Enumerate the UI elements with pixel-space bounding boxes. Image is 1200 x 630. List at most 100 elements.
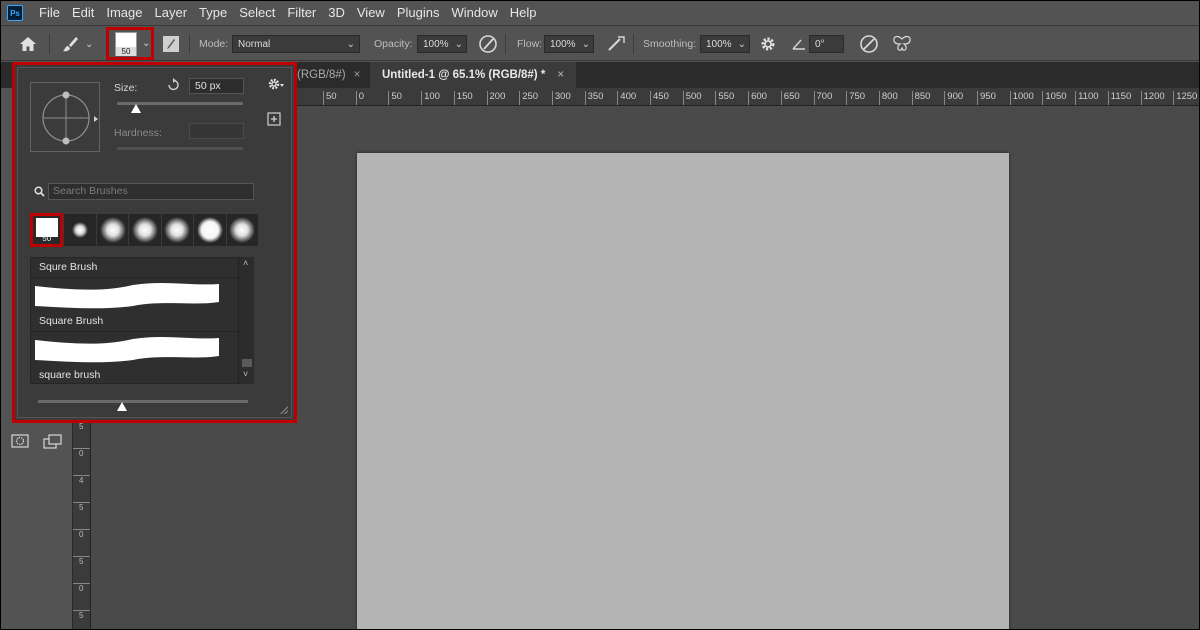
tab-partial[interactable]: (RGB/8#) × — [297, 62, 360, 88]
menu-plugins[interactable]: Plugins — [391, 1, 446, 25]
brush-stroke-preview — [35, 282, 219, 309]
pressure-size-icon[interactable] — [859, 26, 879, 62]
chevron-down-icon[interactable]: ⌄ — [85, 39, 93, 50]
brush-list-scrollbar[interactable]: ˄ ˅ — [238, 257, 254, 384]
ruler-tick-label: 5 — [73, 556, 90, 566]
preset-soft-round-brush[interactable] — [96, 214, 129, 246]
ruler-tick-label: 50 — [388, 91, 402, 105]
ruler-tick-label: 250 — [519, 91, 538, 105]
pressure-opacity-icon[interactable] — [478, 26, 498, 62]
opacity-field[interactable]: 100% ⌄ — [417, 35, 467, 53]
size-slider-thumb[interactable] — [130, 104, 141, 113]
ruler-tick-label: 600 — [748, 91, 767, 105]
resize-grip-icon[interactable] — [280, 406, 288, 414]
tab-active-label: Untitled-1 @ 65.1% (RGB/8#) * — [382, 69, 546, 81]
menu-file[interactable]: File — [33, 1, 66, 25]
new-preset-icon[interactable] — [267, 112, 281, 129]
ruler-tick-label: 0 — [73, 583, 90, 593]
chevron-down-icon[interactable]: ⌄ — [582, 39, 590, 50]
home-icon[interactable] — [19, 26, 37, 62]
menu-layer[interactable]: Layer — [149, 1, 194, 25]
menu-view[interactable]: View — [351, 1, 391, 25]
chevron-down-icon: ⌄ — [346, 38, 355, 50]
search-brushes-input[interactable]: Search Brushes — [48, 183, 254, 200]
ruler-tick-label: 0 — [355, 91, 364, 105]
smoothing-label: Smoothing: — [643, 38, 697, 50]
preset-hard-round-brush[interactable] — [194, 214, 226, 246]
size-input[interactable]: 50 px — [189, 78, 244, 94]
brush-stroke-preview — [35, 336, 219, 363]
preset-soft-round-brush[interactable] — [129, 214, 161, 246]
screen-mode-icon[interactable] — [43, 434, 63, 453]
brush-presets-list[interactable]: Squre Brush Square Brush square brush — [30, 257, 254, 384]
mode-label: Mode: — [199, 38, 229, 50]
tab-partial-label: (RGB/8#) — [297, 69, 346, 81]
brush-angle-roundness-widget[interactable] — [30, 82, 100, 152]
flow-label: Flow: — [517, 38, 543, 50]
ruler-tick-label: 150 — [453, 91, 473, 105]
preview-size-slider-track[interactable] — [38, 400, 248, 403]
list-item[interactable]: square brush — [39, 369, 100, 381]
ruler-tick-label: 4 — [73, 475, 90, 485]
preset-soft-round-brush[interactable] — [161, 214, 194, 246]
brush-preset-swatch: 50 — [115, 31, 137, 56]
brush-preset-picker-button[interactable]: 50 ⌄ — [106, 27, 154, 60]
size-label: Size: — [114, 82, 138, 94]
close-icon[interactable]: × — [557, 69, 564, 81]
menu-edit[interactable]: Edit — [66, 1, 100, 25]
close-icon[interactable]: × — [354, 69, 361, 81]
chevron-down-icon[interactable]: ˅ — [243, 369, 248, 379]
reset-size-icon[interactable] — [166, 78, 180, 95]
ruler-tick-label: 750 — [846, 91, 865, 105]
angle-field[interactable]: 0° — [809, 35, 844, 53]
ruler-tick-label: 50 — [323, 91, 337, 105]
preset-soft-round-brush[interactable] — [64, 214, 96, 246]
ruler-tick-label: 300 — [551, 91, 571, 105]
menu-help[interactable]: Help — [504, 1, 543, 25]
preview-size-slider-thumb[interactable] — [117, 402, 127, 411]
chevron-up-icon[interactable]: ˄ — [243, 258, 248, 268]
hardness-input — [189, 123, 244, 139]
flow-field[interactable]: 100% ⌄ — [544, 35, 594, 53]
ruler-tick-label: 800 — [878, 91, 898, 105]
photoshop-logo: Ps — [7, 5, 23, 21]
list-item[interactable]: Squre Brush — [39, 261, 97, 273]
symmetry-butterfly-icon[interactable] — [891, 26, 913, 62]
chevron-down-icon[interactable]: ⌄ — [455, 39, 463, 50]
photoshop-window: Ps File Edit Image Layer Type Select Fil… — [0, 0, 1200, 630]
list-item[interactable]: Square Brush — [39, 315, 103, 327]
gear-icon[interactable] — [267, 77, 285, 94]
ruler-tick-label: 1200 — [1140, 91, 1165, 105]
menu-window[interactable]: Window — [445, 1, 503, 25]
ruler-tick-label: 1050 — [1042, 91, 1067, 105]
smoothing-value: 100% — [706, 38, 732, 50]
gear-icon[interactable] — [759, 26, 777, 62]
mode-select[interactable]: Normal ⌄ — [232, 35, 360, 53]
ruler-tick-label: 950 — [977, 91, 996, 105]
document-canvas[interactable] — [357, 153, 1009, 629]
preset-square-brush[interactable]: 50 — [30, 213, 64, 247]
menu-3d[interactable]: 3D — [322, 1, 351, 25]
menu-type[interactable]: Type — [193, 1, 233, 25]
brush-size-badge: 50 — [116, 46, 136, 56]
ruler-tick-label: 0 — [73, 529, 90, 539]
ruler-tick-label: 1100 — [1075, 91, 1099, 105]
brush-tool-icon[interactable]: ⌄ — [61, 26, 93, 62]
quick-mask-icon[interactable] — [11, 434, 29, 451]
preset-soft-round-brush[interactable] — [226, 214, 259, 246]
ruler-tick-label: 5 — [73, 502, 90, 512]
airbrush-icon[interactable] — [606, 26, 626, 62]
ruler-tick-label: 1250 — [1173, 91, 1197, 105]
menu-image[interactable]: Image — [100, 1, 148, 25]
angle-icon — [791, 26, 807, 62]
chevron-down-icon[interactable]: ⌄ — [738, 39, 746, 50]
menu-filter[interactable]: Filter — [281, 1, 322, 25]
menu-bar: Ps File Edit Image Layer Type Select Fil… — [1, 1, 1199, 25]
brush-settings-panel-icon[interactable] — [162, 26, 180, 62]
tab-untitled-1[interactable]: Untitled-1 @ 65.1% (RGB/8#) * × — [370, 62, 577, 88]
smoothing-field[interactable]: 100% ⌄ — [700, 35, 750, 53]
ruler-tick-label: 100 — [421, 91, 440, 105]
menu-select[interactable]: Select — [233, 1, 281, 25]
recent-brushes-row: 50 — [30, 213, 259, 247]
scrollbar-thumb[interactable] — [242, 359, 252, 367]
